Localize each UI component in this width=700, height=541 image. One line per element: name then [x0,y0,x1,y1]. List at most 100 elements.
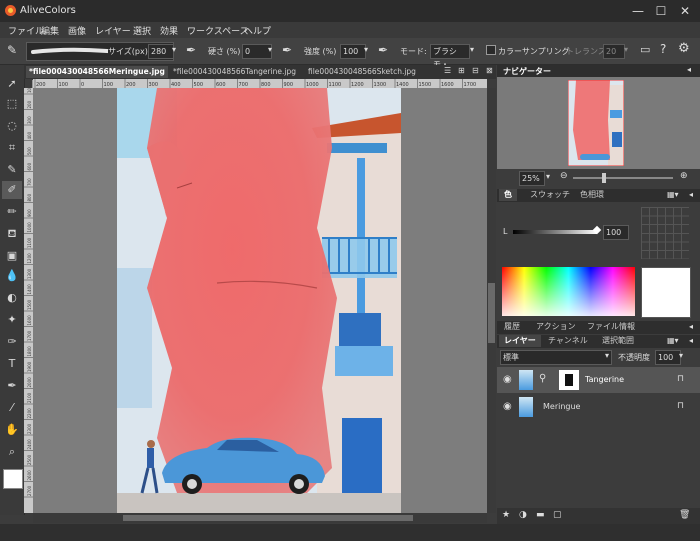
tab-swatches[interactable]: スウォッチ [525,189,575,201]
stamp-tool-icon[interactable]: ⛾ [2,225,22,243]
eraser-tool-icon[interactable]: ✐ [2,181,22,199]
close-button[interactable]: ✕ [674,3,696,19]
brush-pressure-icon[interactable]: ✒ [282,43,292,57]
chevron-down-icon[interactable]: ▾ [605,351,609,360]
tab-sketch[interactable]: file000430048566Sketch.jpg× [305,66,425,89]
collapse-icon[interactable]: ◂ [687,65,691,74]
lock-icon[interactable]: ⊓ [677,374,684,384]
scroll-thumb[interactable] [488,283,495,343]
lightness-slider[interactable] [513,230,597,234]
tolerance-input[interactable]: 20 [603,44,625,59]
brush-pressure-icon[interactable]: ✒ [186,43,196,57]
chevron-down-icon[interactable]: ▾ [364,45,368,54]
layer-row-tangerine[interactable]: ◉ ⚲ Tangerine ⊓ [497,367,700,393]
tab-tangerine[interactable]: *file000430048566Tangerine.jpg× [170,66,302,89]
horizontal-scrollbar[interactable] [33,513,487,523]
tab-file-info[interactable]: ファイル情報 [582,321,640,333]
new-layer-icon[interactable]: ▢ [553,510,562,520]
lock-icon[interactable]: ⊓ [677,401,684,411]
panel-menu-icon[interactable]: ▦▾ [667,190,679,199]
chevron-down-icon[interactable]: ▾ [624,45,628,54]
menu-help[interactable]: ヘルプ [244,24,271,37]
blend-mode-select[interactable]: 標準 [500,350,612,365]
tab-channels[interactable]: チャンネル [543,335,593,347]
trash-icon[interactable]: 🗑 [679,510,690,520]
chat-icon[interactable]: ▭ [640,43,650,56]
zoom-out-icon[interactable]: ⊖ [560,171,568,181]
tab-selections[interactable]: 選択範囲 [597,335,639,347]
smudge-tool-icon[interactable]: ✏ [2,203,22,221]
text-tool-icon[interactable]: T [2,355,22,373]
vertical-scrollbar[interactable] [487,88,496,513]
pen-tool-icon[interactable]: ✒ [2,377,22,395]
maximize-button[interactable]: ☐ [650,3,672,19]
retouch-tool-icon[interactable]: ✦ [2,311,22,329]
menu-image[interactable]: 画像 [68,24,86,37]
panel-menu-icon[interactable]: ▦▾ [667,336,679,345]
dodge-tool-icon[interactable]: ◐ [2,289,22,307]
tile-view-icon[interactable]: ⊞ [458,66,465,75]
pencil-tool-icon[interactable]: ✑ [2,333,22,351]
close-all-icon[interactable]: ⊠ [486,66,493,75]
marquee-tool-icon[interactable]: ⬚ [2,95,22,113]
chevron-down-icon[interactable]: ▾ [679,351,683,360]
menu-file[interactable]: ファイル [8,24,44,37]
eye-icon[interactable]: ◉ [503,401,512,412]
effects-icon[interactable]: ★ [502,510,510,520]
brush-tool-icon[interactable]: ✎ [2,161,22,179]
tab-layers[interactable]: レイヤー [499,335,541,347]
color-spectrum[interactable] [502,267,635,316]
lasso-tool-icon[interactable]: ◌ [2,117,22,135]
menu-workspace[interactable]: ワークスペース [187,24,249,37]
chevron-down-icon[interactable]: ▾ [172,45,176,54]
layer-mask-thumbnail[interactable] [559,370,579,390]
tab-color[interactable]: 色 [499,189,517,201]
menu-effects[interactable]: 効果 [160,24,178,37]
grid-view-icon[interactable]: ⊟ [472,66,479,75]
collapse-icon[interactable]: ◂ [689,190,693,199]
zoom-in-icon[interactable]: ⊕ [680,171,688,181]
tab-color-wheel[interactable]: 色相環 [575,189,609,201]
lightness-input[interactable]: 100 [603,225,629,240]
menu-layer[interactable]: レイヤー [95,24,131,37]
foreground-color-swatch[interactable] [3,469,23,489]
collapse-icon[interactable]: ◂ [689,336,693,345]
layer-row-meringue[interactable]: ◉ Meringue ⊓ [497,394,700,420]
zoom-tool-icon[interactable]: ⌕ [2,443,22,461]
eraser-tool-icon[interactable]: ✎ [4,43,20,59]
chevron-down-icon[interactable]: ▾ [546,172,550,181]
drop-tool-icon[interactable]: 💧 [2,267,22,285]
tab-list-icon[interactable]: ☰ [444,66,451,75]
link-icon[interactable]: ⚲ [539,373,546,384]
mask-icon[interactable]: ◑ [519,510,527,520]
mode-select[interactable]: ブラシモ・ [430,44,470,69]
navigator-preview[interactable] [497,77,700,169]
gear-icon[interactable]: ⚙ [678,41,690,56]
eyedropper-tool-icon[interactable]: ⁄ [2,399,22,417]
tab-meringue[interactable]: *file000430048566Meringue.jpg× [26,66,168,89]
folder-icon[interactable]: ▬ [536,510,545,520]
move-tool-icon[interactable]: ➚ [2,75,22,93]
document-image[interactable] [117,88,401,513]
chevron-down-icon[interactable]: ▾ [268,45,272,54]
tab-history[interactable]: 履歴 [499,321,525,333]
opacity-input[interactable]: 100 [655,350,681,365]
help-icon[interactable]: ? [660,42,666,56]
chevron-down-icon[interactable]: ▾ [470,45,474,54]
minimize-button[interactable]: — [627,3,649,19]
eye-icon[interactable]: ◉ [503,374,512,385]
menu-select[interactable]: 選択 [133,24,151,37]
bucket-tool-icon[interactable]: ▣ [2,247,22,265]
strength-input[interactable]: 100 [340,44,366,59]
collapse-icon[interactable]: ◂ [689,322,693,331]
tab-actions[interactable]: アクション [531,321,581,333]
scroll-thumb[interactable] [123,515,413,521]
swatch-grid[interactable] [641,207,689,259]
zoom-slider[interactable] [573,177,673,179]
color-sampling-checkbox[interactable] [486,45,496,55]
size-input[interactable]: 280 [148,44,174,59]
zoom-slider-thumb[interactable] [602,173,606,183]
menu-edit[interactable]: 編集 [41,24,59,37]
zoom-input[interactable]: 25% [519,171,545,186]
crop-tool-icon[interactable]: ⌗ [2,139,22,157]
